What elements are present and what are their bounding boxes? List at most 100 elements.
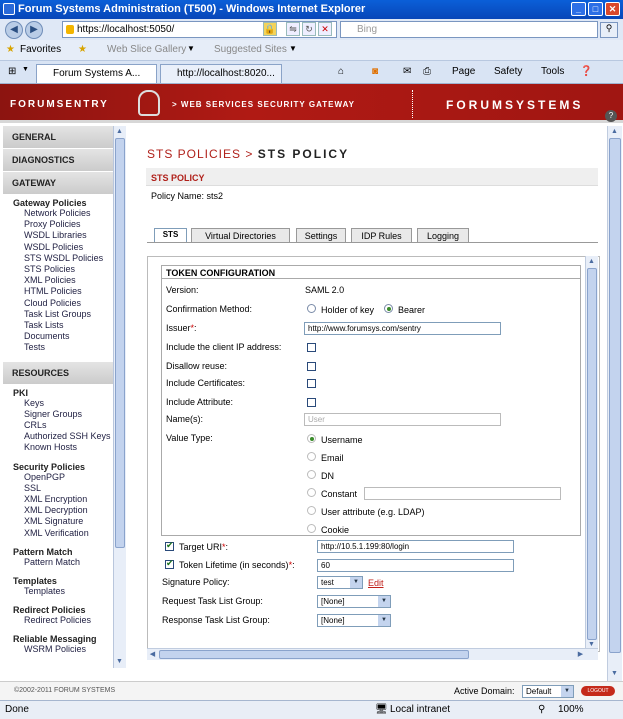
zoom-level[interactable]: 100% <box>558 704 584 715</box>
sidebar-item-gateway-9[interactable]: Task List Groups <box>3 309 113 320</box>
sidebar-item-security-3[interactable]: XML Decryption <box>3 505 113 516</box>
scrollbar-thumb[interactable] <box>587 268 597 640</box>
chevron-down-icon[interactable]: ▼ <box>289 44 297 53</box>
minimize-button[interactable]: _ <box>571 2 586 16</box>
include-attribute-checkbox[interactable] <box>307 398 316 407</box>
breadcrumb-parent-link[interactable]: STS POLICIES <box>147 147 241 161</box>
user-attribute-radio[interactable] <box>307 506 316 515</box>
sidebar-item-redirect-0[interactable]: Redirect Policies <box>3 615 113 626</box>
constant-input[interactable] <box>364 487 561 500</box>
disallow-reuse-checkbox[interactable] <box>307 362 316 371</box>
help-icon[interactable]: ❓ <box>580 66 592 77</box>
sidebar-scrollbar[interactable]: ▲ ▼ <box>113 126 126 668</box>
tab-sts[interactable]: STS <box>154 228 187 243</box>
sidebar-item-reliable-0[interactable]: WSRM Policies <box>3 644 113 655</box>
response-task-list-group-select[interactable]: [None] ▼ <box>317 614 391 627</box>
close-window-button[interactable]: ✕ <box>605 2 620 16</box>
scrollbar-thumb[interactable] <box>115 138 125 548</box>
token-lifetime-input[interactable]: 60 <box>317 559 514 572</box>
panel-scrollbar[interactable]: ▲ ▼ <box>585 256 598 652</box>
target-uri-checkbox[interactable] <box>165 540 174 551</box>
sidebar-item-pattern-0[interactable]: Pattern Match <box>3 557 113 568</box>
chevron-down-icon[interactable]: ▼ <box>187 44 195 53</box>
tab-idp-rules[interactable]: IDP Rules <box>351 228 412 242</box>
favorites-button[interactable]: Favorites <box>20 44 61 55</box>
scroll-left-arrow-icon[interactable]: ◀ <box>147 649 158 660</box>
sidebar-item-gateway-5[interactable]: STS Policies <box>3 264 113 275</box>
sidebar-item-pki-0[interactable]: Keys <box>3 398 113 409</box>
active-domain-select[interactable]: Default ▼ <box>522 685 574 698</box>
tab-settings[interactable]: Settings <box>296 228 346 242</box>
token-lifetime-checkbox[interactable] <box>165 558 174 569</box>
signature-policy-edit-link[interactable]: Edit <box>368 578 384 588</box>
tools-menu[interactable]: Tools <box>541 66 564 77</box>
zoom-icon[interactable]: ⚲ <box>538 704 545 715</box>
request-task-list-group-select[interactable]: [None] ▼ <box>317 595 391 608</box>
sidebar-item-gateway-10[interactable]: Task Lists <box>3 320 113 331</box>
email-radio[interactable] <box>307 452 316 461</box>
constant-radio[interactable] <box>307 488 316 497</box>
browser-tab-localhost[interactable]: http://localhost:8020... <box>160 64 282 83</box>
sidebar-item-templates-0[interactable]: Templates <box>3 586 113 597</box>
scroll-down-arrow-icon[interactable]: ▼ <box>114 656 125 667</box>
scrollbar-thumb[interactable] <box>159 650 469 659</box>
web-slice-gallery-link[interactable]: Web Slice Gallery <box>107 44 186 55</box>
sidebar-item-gateway-1[interactable]: Proxy Policies <box>3 219 113 230</box>
scroll-down-arrow-icon[interactable]: ▼ <box>609 668 620 679</box>
scroll-right-arrow-icon[interactable]: ▶ <box>575 649 586 660</box>
suggested-sites-link[interactable]: Suggested Sites <box>214 44 287 55</box>
tab-logging[interactable]: Logging <box>417 228 469 242</box>
mail-icon[interactable]: ✉ <box>403 66 411 77</box>
sidebar-item-gateway-8[interactable]: Cloud Policies <box>3 298 113 309</box>
forward-button[interactable]: ▶ <box>25 21 43 39</box>
panel-horizontal-scrollbar[interactable]: ◀ ▶ <box>147 648 598 660</box>
username-radio[interactable] <box>307 434 316 443</box>
sidebar-item-gateway-0[interactable]: Network Policies <box>3 208 113 219</box>
include-certificates-checkbox[interactable] <box>307 379 316 388</box>
main-scrollbar[interactable]: ▲ ▼ <box>607 126 622 681</box>
sidebar-item-gateway-12[interactable]: Tests <box>3 342 113 353</box>
holder-of-key-radio[interactable] <box>307 304 316 313</box>
sidebar-section-gateway[interactable]: GATEWAY <box>3 172 113 194</box>
help-icon[interactable]: ? <box>605 110 617 122</box>
names-input[interactable]: User <box>304 413 501 426</box>
sidebar-item-gateway-6[interactable]: XML Policies <box>3 275 113 286</box>
back-button[interactable]: ◀ <box>5 21 23 39</box>
sidebar-item-security-2[interactable]: XML Encryption <box>3 494 113 505</box>
add-favorite-icon[interactable]: ★ <box>78 44 87 55</box>
safety-menu[interactable]: Safety <box>494 66 522 77</box>
bearer-radio[interactable] <box>384 304 393 313</box>
scrollbar-thumb[interactable] <box>609 138 621 653</box>
home-icon[interactable]: ⌂ <box>338 66 344 77</box>
tab-virtual-directories[interactable]: Virtual Directories <box>191 228 290 242</box>
sidebar-item-gateway-2[interactable]: WSDL Libraries <box>3 230 113 241</box>
maximize-button[interactable]: □ <box>588 2 603 16</box>
lock-icon[interactable]: 🔒 <box>263 22 277 36</box>
logout-button[interactable]: LOGOUT <box>581 686 615 696</box>
scroll-up-arrow-icon[interactable]: ▲ <box>609 126 620 137</box>
quick-tabs-icon[interactable]: ⊞ <box>8 66 16 77</box>
browser-tab-forum[interactable]: Forum Systems A... <box>36 64 157 83</box>
sidebar-item-gateway-3[interactable]: WSDL Policies <box>3 242 113 253</box>
sidebar-section-diagnostics[interactable]: DIAGNOSTICS <box>3 149 113 171</box>
sidebar-section-general[interactable]: GENERAL <box>3 126 113 148</box>
sidebar-item-pki-4[interactable]: Known Hosts <box>3 442 113 453</box>
search-input[interactable]: Bing <box>340 21 598 38</box>
sidebar-item-security-4[interactable]: XML Signature <box>3 516 113 527</box>
sidebar-item-pki-1[interactable]: Signer Groups <box>3 409 113 420</box>
client-ip-checkbox[interactable] <box>307 343 316 352</box>
scroll-up-arrow-icon[interactable]: ▲ <box>586 256 597 267</box>
target-uri-input[interactable]: http://10.5.1.199:80/login <box>317 540 514 553</box>
search-icon[interactable]: ⚲ <box>600 22 618 38</box>
feeds-icon[interactable]: ◙ <box>372 66 378 77</box>
sidebar-item-security-1[interactable]: SSL <box>3 483 113 494</box>
compat-view-icon[interactable]: ⇋ <box>286 22 300 36</box>
sidebar-item-pki-2[interactable]: CRLs <box>3 420 113 431</box>
sidebar-item-gateway-11[interactable]: Documents <box>3 331 113 342</box>
sidebar-item-gateway-4[interactable]: STS WSDL Policies <box>3 253 113 264</box>
sidebar-item-gateway-7[interactable]: HTML Policies <box>3 286 113 297</box>
refresh-icon[interactable]: ↻ <box>302 22 316 36</box>
stop-icon[interactable]: ✕ <box>318 22 332 36</box>
issuer-input[interactable]: http://www.forumsys.com/sentry <box>304 322 501 335</box>
sidebar-item-pki-3[interactable]: Authorized SSH Keys <box>3 431 113 442</box>
